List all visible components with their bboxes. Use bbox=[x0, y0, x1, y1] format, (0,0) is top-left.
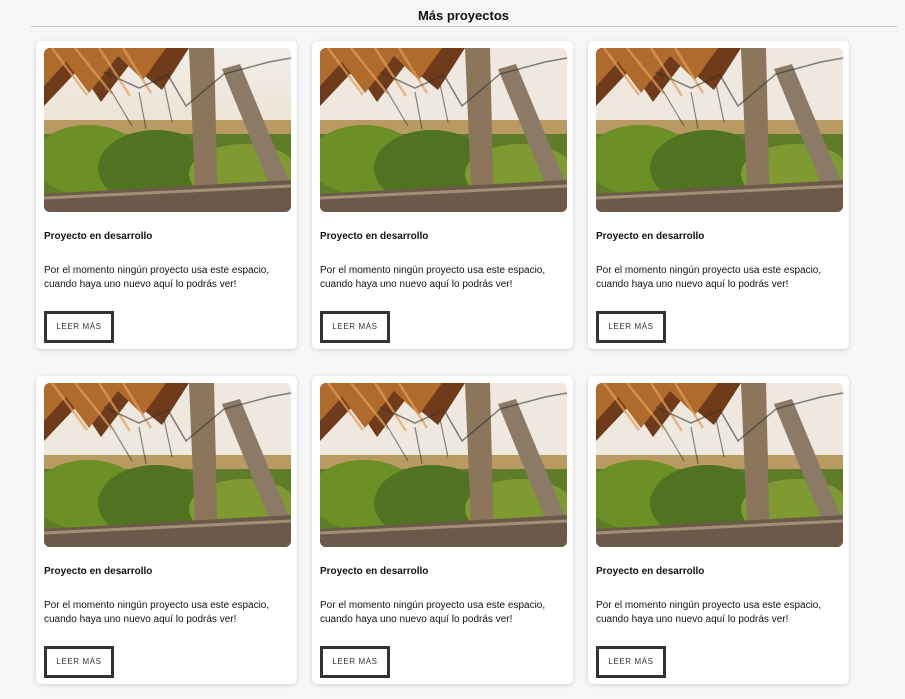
project-photo bbox=[44, 383, 291, 547]
project-photo bbox=[596, 48, 843, 212]
card-description: Por el momento ningún proyecto usa este … bbox=[596, 600, 822, 625]
project-image bbox=[596, 383, 843, 547]
card-title: Proyecto en desarrollo bbox=[44, 231, 153, 242]
card-description: Por el momento ningún proyecto usa este … bbox=[320, 600, 546, 625]
project-card: Proyecto en desarrollo Por el momento ni… bbox=[588, 41, 849, 349]
card-description: Por el momento ningún proyecto usa este … bbox=[44, 265, 270, 290]
project-photo bbox=[44, 48, 291, 212]
read-more-button[interactable]: LEER MÁS bbox=[320, 646, 390, 678]
card-description: Por el momento ningún proyecto usa este … bbox=[596, 265, 822, 290]
section-divider bbox=[31, 26, 897, 27]
card-description: Por el momento ningún proyecto usa este … bbox=[320, 265, 546, 290]
project-photo bbox=[320, 383, 567, 547]
card-title: Proyecto en desarrollo bbox=[320, 566, 429, 577]
project-image bbox=[44, 48, 291, 212]
read-more-button[interactable]: LEER MÁS bbox=[44, 646, 114, 678]
read-more-button[interactable]: LEER MÁS bbox=[596, 646, 666, 678]
read-more-button[interactable]: LEER MÁS bbox=[44, 311, 114, 343]
project-photo bbox=[320, 48, 567, 212]
project-card: Proyecto en desarrollo Por el momento ni… bbox=[312, 376, 573, 684]
project-card: Proyecto en desarrollo Por el momento ni… bbox=[36, 376, 297, 684]
project-image bbox=[320, 48, 567, 212]
project-photo bbox=[596, 383, 843, 547]
card-title: Proyecto en desarrollo bbox=[596, 566, 705, 577]
project-grid: Proyecto en desarrollo Por el momento ni… bbox=[36, 41, 849, 684]
section-title: Más proyectos bbox=[417, 7, 510, 23]
project-card: Proyecto en desarrollo Por el momento ni… bbox=[36, 41, 297, 349]
project-image bbox=[44, 383, 291, 547]
project-card: Proyecto en desarrollo Por el momento ni… bbox=[312, 41, 573, 349]
card-title: Proyecto en desarrollo bbox=[596, 231, 705, 242]
project-image bbox=[596, 48, 843, 212]
card-title: Proyecto en desarrollo bbox=[320, 231, 429, 242]
project-image bbox=[320, 383, 567, 547]
read-more-button[interactable]: LEER MÁS bbox=[320, 311, 390, 343]
project-card: Proyecto en desarrollo Por el momento ni… bbox=[588, 376, 849, 684]
read-more-button[interactable]: LEER MÁS bbox=[596, 311, 666, 343]
card-description: Por el momento ningún proyecto usa este … bbox=[44, 600, 270, 625]
card-title: Proyecto en desarrollo bbox=[44, 566, 153, 577]
